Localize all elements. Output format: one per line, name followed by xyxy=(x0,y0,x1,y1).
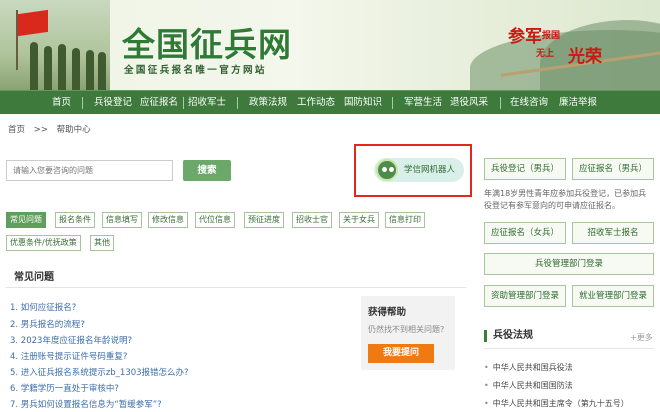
nav-veterans[interactable]: 退役风采 xyxy=(450,91,488,115)
banner-soldiers-image xyxy=(0,0,110,90)
nav-camp-life[interactable]: 军营生活 xyxy=(404,91,442,115)
breadcrumb: 首页 >> 帮助中心 xyxy=(8,123,97,135)
robot-icon xyxy=(376,159,398,181)
faq-question[interactable]: 2. 男兵报名的流程? xyxy=(10,318,85,330)
help-box: 获得帮助 仍然找不到相关问题? 我要提问 xyxy=(361,296,455,370)
faq-question[interactable]: 3. 2023年度应征报名年龄说明? xyxy=(10,334,132,346)
site-subtitle: 全国征兵报名唯一官方网站 xyxy=(124,65,267,76)
search-button[interactable]: 搜索 xyxy=(183,160,231,181)
tag-other[interactable]: 其他 xyxy=(90,235,114,251)
divider xyxy=(6,287,466,288)
faq-question[interactable]: 6. 学籍学历一直处于审核中? xyxy=(10,382,119,394)
tag-conditions[interactable]: 报名条件 xyxy=(55,212,95,228)
help-title: 获得帮助 xyxy=(368,307,407,318)
robot-button[interactable]: 学信网机器人 xyxy=(374,158,464,182)
employment-login-button[interactable]: 就业管理部门登录 xyxy=(572,285,654,307)
site-banner: 全国征兵网 全国征兵报名唯一官方网站 参军 报国 无上 光荣 xyxy=(0,0,660,90)
tag-faq[interactable]: 常见问题 xyxy=(6,212,46,228)
nav-apply[interactable]: 应征报名 xyxy=(140,91,178,115)
breadcrumb-separator: >> xyxy=(33,125,48,135)
law-item[interactable]: 中华人民共和国国防法 xyxy=(484,380,573,391)
nco-apply-button[interactable]: 招收军士报名 xyxy=(572,222,654,244)
tag-modify[interactable]: 修改信息 xyxy=(148,212,188,228)
laws-more-link[interactable]: +更多 xyxy=(630,332,653,343)
tag-print[interactable]: 信息打印 xyxy=(385,212,425,228)
dept-login-button[interactable]: 兵役管理部门登录 xyxy=(484,253,654,275)
faq-question[interactable]: 5. 进入征兵报名系统提示zb_1303报错怎么办? xyxy=(10,366,189,378)
ask-question-button[interactable]: 我要提问 xyxy=(368,344,434,363)
search-input[interactable] xyxy=(6,160,173,181)
tag-benefits[interactable]: 优惠条件/优抚政策 xyxy=(6,235,81,251)
tag-progress[interactable]: 预征进度 xyxy=(244,212,284,228)
robot-highlight-box: 学信网机器人 xyxy=(354,144,472,197)
law-item[interactable]: 中华人民共和国主席令（第九十五号） xyxy=(484,398,629,409)
help-subtitle: 仍然找不到相关问题? xyxy=(368,325,445,334)
slogan: 参军 报国 无上 光荣 xyxy=(508,27,602,67)
faq-title: 常见问题 xyxy=(14,272,54,283)
male-apply-button[interactable]: 应征报名（男兵） xyxy=(572,158,654,180)
laws-title: 兵役法规 xyxy=(484,330,533,342)
robot-label: 学信网机器人 xyxy=(404,165,456,175)
breadcrumb-current: 帮助中心 xyxy=(56,125,91,135)
nav-news[interactable]: 工作动态 xyxy=(297,91,335,115)
breadcrumb-home[interactable]: 首页 xyxy=(8,125,25,135)
nav-home[interactable]: 首页 xyxy=(52,91,71,115)
flag-icon xyxy=(18,9,48,37)
tag-female[interactable]: 关于女兵 xyxy=(339,212,379,228)
tag-info-fill[interactable]: 信息填写 xyxy=(102,212,142,228)
nav-policy[interactable]: 政策法规 xyxy=(249,91,287,115)
nav-registration[interactable]: 兵役登记 xyxy=(94,91,132,115)
male-register-button[interactable]: 兵役登记（男兵） xyxy=(484,158,566,180)
faq-question[interactable]: 7. 男兵如何设置报名信息为“暂缓参军”? xyxy=(10,398,162,410)
nav-consult[interactable]: 在线咨询 xyxy=(510,91,548,115)
divider xyxy=(484,348,654,349)
main-nav: 首页 兵役登记 应征报名 招收军士 政策法规 工作动态 国防知识 军营生活 退役… xyxy=(0,90,660,114)
faq-question[interactable]: 1. 如何应征报名? xyxy=(10,301,76,313)
tag-proxy-info[interactable]: 代位信息 xyxy=(195,212,235,228)
female-apply-button[interactable]: 应征报名（女兵） xyxy=(484,222,566,244)
nav-report[interactable]: 廉洁举报 xyxy=(559,91,597,115)
tag-nco[interactable]: 招收士官 xyxy=(292,212,332,228)
registration-note: 年满18岁男性青年应参加兵役登记，已参加兵役登记有参军意向的可申请应征报名。 xyxy=(484,189,647,210)
law-item[interactable]: 中华人民共和国兵役法 xyxy=(484,362,573,373)
funding-login-button[interactable]: 资助管理部门登录 xyxy=(484,285,566,307)
faq-question[interactable]: 4. 注册账号提示证件号码重复? xyxy=(10,350,127,362)
nav-defense[interactable]: 国防知识 xyxy=(344,91,382,115)
site-title: 全国征兵网 xyxy=(122,25,292,64)
nav-nco[interactable]: 招收军士 xyxy=(188,91,226,115)
